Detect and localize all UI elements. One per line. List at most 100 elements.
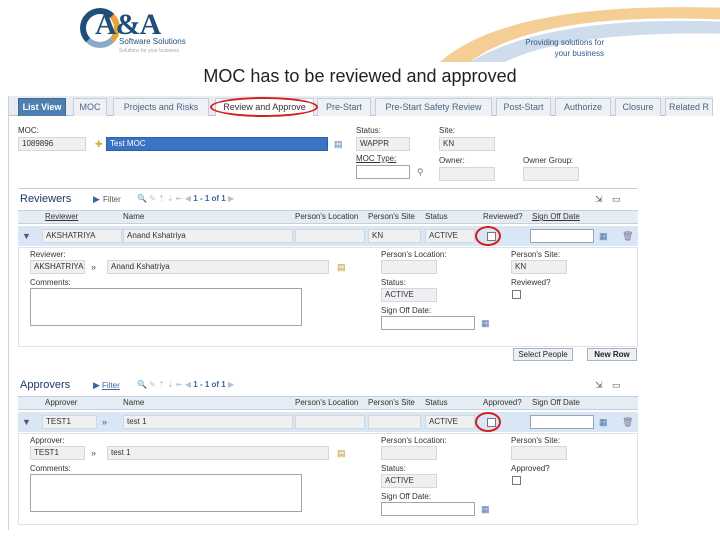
col-site[interactable]: Person's Site xyxy=(368,212,415,221)
approvers-row[interactable]: ▼ TEST1 » test 1 ACTIVE ▦ 🗑 xyxy=(18,412,638,432)
status-field: WAPPR xyxy=(356,137,410,151)
long-description-icon[interactable]: ✚ xyxy=(95,139,103,149)
reviewer-name-field: Anand Kshatriya xyxy=(107,260,329,274)
approvers-filter-link[interactable]: Filter xyxy=(102,381,120,390)
status-cell: ACTIVE xyxy=(425,415,475,429)
detail-status-field: ACTIVE xyxy=(381,474,437,488)
person-site-label: Person's Site: xyxy=(511,250,561,259)
logo-tagline: Solutions for your business xyxy=(119,48,180,54)
tab-moc[interactable]: MOC xyxy=(73,98,107,116)
approvers-pager: 🔍 ✎ ⇡ ⇣ ⇤ ◀ 1 - 1 of 1 ▶ xyxy=(137,380,235,389)
site-cell xyxy=(368,415,421,429)
col-approved[interactable]: Approved? xyxy=(483,398,522,407)
col-status[interactable]: Status xyxy=(425,398,448,407)
col-location[interactable]: Person's Location xyxy=(295,398,358,407)
col-name[interactable]: Name xyxy=(123,212,144,221)
location-field xyxy=(381,260,437,274)
detail-status-field: ACTIVE xyxy=(381,288,437,302)
col-site[interactable]: Person's Site xyxy=(368,398,415,407)
reviewers-row[interactable]: ▼ AKSHATRIYA Anand Kshatriya KN ACTIVE ▦… xyxy=(18,226,638,246)
calendar-icon[interactable]: ▦ xyxy=(481,504,490,514)
filter-toggle-icon[interactable]: ▶ xyxy=(93,380,100,390)
col-sign-off-date[interactable]: Sign Off Date xyxy=(532,212,580,221)
site-label: Site: xyxy=(439,126,456,135)
tab-pre-start-safety-review[interactable]: Pre-Start Safety Review xyxy=(375,98,492,116)
download-icon[interactable]: ⇲ xyxy=(595,194,603,204)
select-value-icon[interactable]: » xyxy=(91,262,96,272)
site-cell: KN xyxy=(368,229,421,243)
detail-menu-icon[interactable]: ▤ xyxy=(337,448,346,458)
select-value-icon[interactable]: » xyxy=(91,448,96,458)
location-label: Person's Location: xyxy=(381,250,447,259)
calendar-icon[interactable]: ▦ xyxy=(481,318,490,328)
col-approver[interactable]: Approver xyxy=(45,398,77,407)
col-reviewed[interactable]: Reviewed? xyxy=(483,212,523,221)
sign-off-date-field[interactable] xyxy=(381,502,475,516)
approver-label: Approver: xyxy=(30,436,65,445)
moc-type-field[interactable] xyxy=(356,165,410,179)
site-field[interactable]: KN xyxy=(439,137,495,151)
reviewer-field[interactable]: AKSHATRIYA xyxy=(30,260,85,274)
approver-cell[interactable]: TEST1 xyxy=(42,415,97,429)
owner-label: Owner: xyxy=(439,156,465,165)
person-site-field: KN xyxy=(511,260,567,274)
approvers-header-row: Approver Name Person's Location Person's… xyxy=(18,396,638,410)
col-location[interactable]: Person's Location xyxy=(295,212,358,221)
detail-reviewed-checkbox[interactable] xyxy=(512,290,521,299)
location-cell xyxy=(295,415,365,429)
maximize-icon[interactable]: ▭ xyxy=(612,380,621,390)
filter-toggle-icon[interactable]: ▶ xyxy=(93,194,100,204)
status-label: Status: xyxy=(356,126,381,135)
sign-off-label: Sign Off Date: xyxy=(381,492,432,501)
owner-group-field[interactable] xyxy=(523,167,579,181)
detail-menu-icon[interactable]: ▤ xyxy=(337,262,346,272)
moc-number-field[interactable]: 1089896 xyxy=(18,137,86,151)
download-icon[interactable]: ⇲ xyxy=(595,380,603,390)
tab-closure[interactable]: Closure xyxy=(615,98,661,116)
tab-pre-start[interactable]: Pre-Start xyxy=(317,98,371,116)
moc-type-label[interactable]: MOC Type: xyxy=(356,154,396,163)
search-icon[interactable]: ⚲ xyxy=(417,167,424,177)
location-label: Person's Location: xyxy=(381,436,447,445)
logo-subtitle: Software Solutions xyxy=(119,37,186,46)
detail-approved-checkbox[interactable] xyxy=(512,476,521,485)
detail-menu-icon[interactable]: ▤ xyxy=(334,139,343,149)
tab-projects-and-risks[interactable]: Projects and Risks xyxy=(113,98,209,116)
reviewer-cell[interactable]: AKSHATRIYA xyxy=(42,229,122,243)
approver-detail-panel: Approver: TEST1 » test 1 ▤ Person's Loca… xyxy=(18,433,638,525)
new-row-button[interactable]: New Row xyxy=(587,348,637,361)
select-people-button[interactable]: Select People xyxy=(513,348,573,361)
comments-textarea[interactable] xyxy=(30,288,302,326)
comments-textarea[interactable] xyxy=(30,474,302,512)
name-cell: test 1 xyxy=(123,415,293,429)
name-cell: Anand Kshatriya xyxy=(123,229,293,243)
delete-row-icon[interactable]: 🗑 xyxy=(622,231,633,241)
slide-title: MOC has to be reviewed and approved xyxy=(203,66,517,86)
sign-off-date-cell[interactable] xyxy=(530,415,594,429)
sign-off-date-field[interactable] xyxy=(381,316,475,330)
app-window: List View MOC Projects and Risks Review … xyxy=(8,96,713,530)
reviewers-title: Reviewers xyxy=(20,193,72,205)
delete-row-icon[interactable]: 🗑 xyxy=(622,417,633,427)
tab-related[interactable]: Related R xyxy=(665,98,713,116)
tab-authorize[interactable]: Authorize xyxy=(555,98,611,116)
col-status[interactable]: Status xyxy=(425,212,448,221)
collapse-row-icon[interactable]: ▼ xyxy=(22,417,31,427)
sign-off-date-cell[interactable] xyxy=(530,229,594,243)
maximize-icon[interactable]: ▭ xyxy=(612,194,621,204)
calendar-icon[interactable]: ▦ xyxy=(599,231,608,241)
approver-field[interactable]: TEST1 xyxy=(30,446,85,460)
reviewers-filter-link[interactable]: Filter xyxy=(103,195,121,204)
calendar-icon[interactable]: ▦ xyxy=(599,417,608,427)
tab-list-view[interactable]: List View xyxy=(18,98,66,116)
status-cell: ACTIVE xyxy=(425,229,475,243)
col-sign-off-date[interactable]: Sign Off Date xyxy=(532,398,580,407)
col-reviewer[interactable]: Reviewer xyxy=(45,212,78,221)
tab-post-start[interactable]: Post-Start xyxy=(496,98,551,116)
col-name[interactable]: Name xyxy=(123,398,144,407)
moc-description-field[interactable]: Test MOC xyxy=(106,137,328,151)
owner-field[interactable] xyxy=(439,167,495,181)
select-value-icon[interactable]: » xyxy=(102,417,107,427)
collapse-row-icon[interactable]: ▼ xyxy=(22,231,31,241)
location-cell xyxy=(295,229,365,243)
